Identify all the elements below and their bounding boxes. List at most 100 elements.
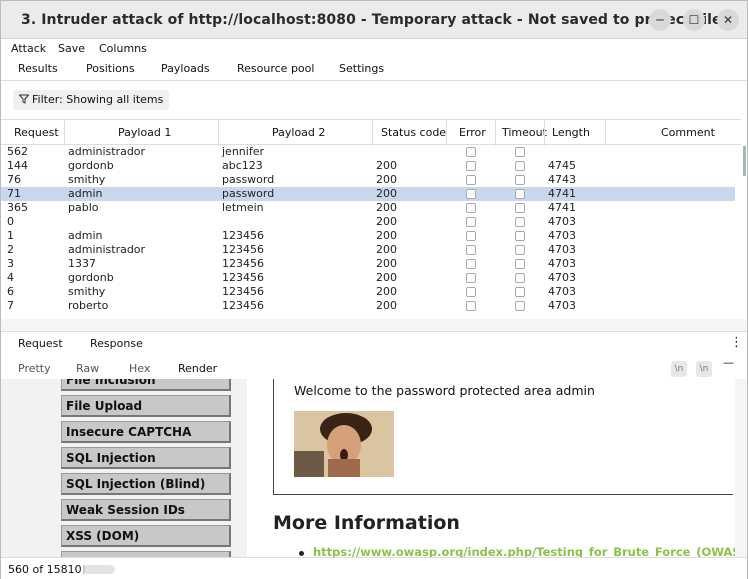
- table-row[interactable]: 76 smithy password 200 4743: [1, 173, 735, 187]
- nav-sql-injection-blind[interactable]: SQL Injection (Blind): [61, 473, 231, 495]
- nav-xss-dom[interactable]: XSS (DOM): [61, 525, 231, 547]
- cell-payload-1: administrador: [68, 243, 146, 256]
- dvwa-content: Welcome to the password protected area a…: [273, 379, 735, 557]
- tab-positions[interactable]: Positions: [86, 62, 135, 75]
- col-comment[interactable]: Comment: [661, 126, 715, 139]
- nav-file-inclusion[interactable]: File Inclusion: [61, 379, 231, 391]
- kebab-menu-icon[interactable]: ⋮: [730, 335, 743, 350]
- tab-pretty[interactable]: Pretty: [18, 362, 51, 375]
- table-row[interactable]: 144 gordonb abc123 200 4745: [1, 159, 735, 173]
- col-status-code[interactable]: Status code: [381, 126, 446, 139]
- cell-length: 4703: [548, 215, 576, 228]
- menu-bar: Attack Save Columns: [1, 39, 747, 59]
- cell-request: 71: [7, 187, 21, 200]
- menu-attack[interactable]: Attack: [11, 42, 46, 55]
- table-row[interactable]: 1 admin 123456 200 4703: [1, 229, 735, 243]
- cell-length: 4703: [548, 229, 576, 242]
- menu-save[interactable]: Save: [58, 42, 85, 55]
- cell-request: 2: [7, 243, 14, 256]
- tab-response[interactable]: Response: [90, 337, 143, 350]
- error-checkbox: [466, 287, 476, 297]
- error-checkbox: [466, 147, 476, 157]
- owasp-link[interactable]: https://www.owasp.org/index.php/Testing_…: [313, 545, 735, 557]
- timeout-checkbox: [515, 273, 525, 283]
- cell-payload-2: 123456: [222, 243, 264, 256]
- newline-toggle-icon-2[interactable]: \n: [696, 361, 712, 377]
- results-table: Request Payload 1 Payload 2 Status code …: [1, 119, 747, 319]
- error-checkbox: [466, 189, 476, 199]
- maximize-button[interactable]: ☐: [683, 9, 705, 31]
- close-button[interactable]: ✕: [717, 9, 739, 31]
- table-row[interactable]: 0 200 4703: [1, 215, 735, 229]
- col-payload-1[interactable]: Payload 1: [118, 126, 171, 139]
- cell-length: 4741: [548, 187, 576, 200]
- tab-results[interactable]: Results: [18, 62, 58, 75]
- cell-request: 1: [7, 229, 14, 242]
- timeout-checkbox: [515, 161, 525, 171]
- filter-icon: [18, 94, 30, 104]
- cell-payload-2: 123456: [222, 285, 264, 298]
- table-row[interactable]: 4 gordonb 123456 200 4703: [1, 271, 735, 285]
- table-row[interactable]: 3 1337 123456 200 4703: [1, 257, 735, 271]
- cell-payload-2: 123456: [222, 257, 264, 270]
- nav-insecure-captcha[interactable]: Insecure CAPTCHA: [61, 421, 231, 443]
- cell-status-code: 200: [376, 187, 397, 200]
- cell-status-code: 200: [376, 159, 397, 172]
- tab-hex[interactable]: Hex: [129, 362, 150, 375]
- cell-status-code: 200: [376, 229, 397, 242]
- cell-length: 4703: [548, 271, 576, 284]
- user-photo: [294, 411, 394, 477]
- cell-length: 4703: [548, 257, 576, 270]
- col-length[interactable]: Length: [552, 126, 590, 139]
- cell-request: 365: [7, 201, 28, 214]
- nav-sql-injection[interactable]: SQL Injection: [61, 447, 231, 469]
- col-request[interactable]: Request: [14, 126, 59, 139]
- table-row[interactable]: 562 administrador jennifer: [1, 145, 735, 159]
- error-checkbox: [466, 203, 476, 213]
- filter-label: Filter: Showing all items: [32, 93, 164, 106]
- col-error[interactable]: Error: [459, 126, 486, 139]
- error-checkbox: [466, 301, 476, 311]
- timeout-checkbox: [515, 301, 525, 311]
- filter-button[interactable]: Filter: Showing all items: [13, 90, 170, 110]
- cell-status-code: 200: [376, 215, 397, 228]
- timeout-checkbox: [515, 259, 525, 269]
- cell-payload-1: roberto: [68, 299, 109, 312]
- table-row[interactable]: 365 pablo letmein 200 4741: [1, 201, 735, 215]
- timeout-checkbox: [515, 287, 525, 297]
- tab-payloads[interactable]: Payloads: [161, 62, 210, 75]
- cell-length: 4745: [548, 159, 576, 172]
- intruder-window: 3. Intruder attack of http://localhost:8…: [0, 0, 748, 579]
- tab-raw[interactable]: Raw: [76, 362, 99, 375]
- cell-request: 144: [7, 159, 28, 172]
- table-row[interactable]: 6 smithy 123456 200 4703: [1, 285, 735, 299]
- cell-request: 76: [7, 173, 21, 186]
- tab-settings[interactable]: Settings: [339, 62, 384, 75]
- cell-status-code: 200: [376, 201, 397, 214]
- tab-render[interactable]: Render: [178, 362, 217, 375]
- tab-resource-pool[interactable]: Resource pool: [237, 62, 314, 75]
- cell-payload-1: 1337: [68, 257, 96, 270]
- cell-request: 6: [7, 285, 14, 298]
- nav-weak-session-ids[interactable]: Weak Session IDs: [61, 499, 231, 521]
- collapse-icon[interactable]: —: [723, 356, 734, 369]
- table-row[interactable]: 2 administrador 123456 200 4703: [1, 243, 735, 257]
- col-payload-2[interactable]: Payload 2: [272, 126, 325, 139]
- cell-request: 562: [7, 145, 28, 158]
- minimize-button[interactable]: ─: [649, 9, 671, 31]
- nav-file-upload[interactable]: File Upload: [61, 395, 231, 417]
- col-timeout[interactable]: Timeout: [502, 126, 547, 139]
- menu-columns[interactable]: Columns: [99, 42, 147, 55]
- newline-toggle-icon[interactable]: \n: [671, 361, 687, 377]
- cell-status-code: 200: [376, 257, 397, 270]
- table-scrollbar-thumb[interactable]: [743, 146, 746, 176]
- tab-request[interactable]: Request: [18, 337, 63, 350]
- table-row[interactable]: 7 roberto 123456 200 4703: [1, 299, 735, 313]
- cell-payload-1: smithy: [68, 285, 106, 298]
- error-checkbox: [466, 245, 476, 255]
- table-row[interactable]: 71 admin password 200 4741: [1, 187, 735, 201]
- dvwa-nav: File Inclusion File Upload Insecure CAPT…: [61, 379, 233, 557]
- progress-fill: [83, 565, 85, 574]
- welcome-box: Welcome to the password protected area a…: [273, 379, 733, 495]
- cell-payload-2: 123456: [222, 271, 264, 284]
